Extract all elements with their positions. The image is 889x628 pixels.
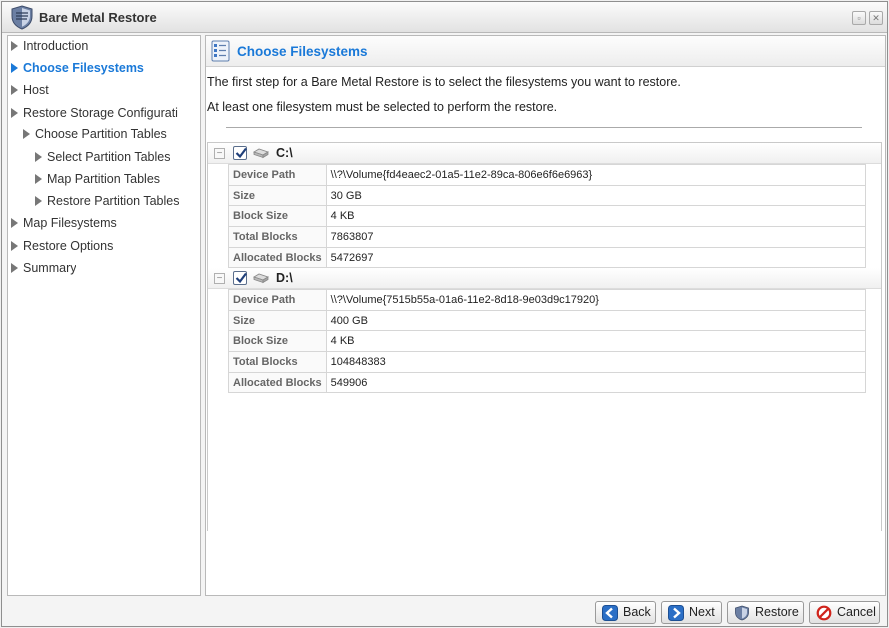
property-value: \\?\Volume{fd4eaec2-01a5-11e2-89ca-806e6… [325,164,866,186]
filesystem-name-c: C:\ [276,146,293,160]
document-list-icon [211,40,230,62]
bare-metal-restore-window: Bare Metal Restore ▫ ✕ Introduction Choo… [1,1,888,627]
property-value: 5472697 [325,246,866,269]
cancel-button[interactable]: Cancel [809,601,880,624]
restore-button-label: Restore [755,605,799,619]
table-row: Device Path \\?\Volume{fd4eaec2-01a5-11e2… [228,164,866,186]
sidebar-item-map-partition-tables[interactable]: Map Partition Tables [35,169,160,189]
filesystem-checkbox-d[interactable] [233,271,247,285]
property-key: Size [228,184,327,207]
arrow-right-icon [35,152,42,162]
filesystem-properties-d: Device Path \\?\Volume{7515b55a-01a6-11e2… [228,289,866,394]
panel-header: Choose Filesystems [206,36,885,67]
property-key: Allocated Blocks [228,246,327,269]
property-value: 400 GB [325,309,866,332]
table-row: Allocated Blocks 5472697 [228,246,866,269]
property-value: 30 GB [325,184,866,207]
arrow-right-icon [11,241,18,251]
arrow-right-icon [35,196,42,206]
checkmark-icon [235,147,247,159]
close-button[interactable]: ✕ [869,11,883,25]
property-value: 4 KB [325,330,866,353]
property-key: Total Blocks [228,351,327,373]
table-row: Block Size 4 KB [228,205,866,228]
property-key: Block Size [228,205,327,228]
table-row: Device Path \\?\Volume{7515b55a-01a6-11e2… [228,289,866,311]
disk-icon [253,148,269,159]
filesystem-row-d[interactable]: − D:\ [208,268,881,289]
property-value: 549906 [325,371,866,394]
property-key: Total Blocks [228,226,327,248]
collapse-toggle[interactable]: − [214,148,225,159]
intro-text-2: At least one filesystem must be selected… [207,100,558,114]
property-value: \\?\Volume{7515b55a-01a6-11e2-8d18-9e03d… [325,289,866,311]
sidebar-item-map-filesystems[interactable]: Map Filesystems [11,213,117,233]
sidebar-item-choose-partition-tables[interactable]: Choose Partition Tables [23,124,167,144]
arrow-right-icon [11,63,18,73]
filesystem-name-d: D:\ [276,271,293,285]
arrow-right-icon [11,85,18,95]
shield-icon [735,605,749,621]
property-key: Device Path [228,289,327,311]
table-row: Size 400 GB [228,309,866,332]
arrow-right-icon [23,129,30,139]
table-row: Size 30 GB [228,184,866,207]
window-title: Bare Metal Restore [39,10,157,25]
cancel-icon [816,605,832,621]
disk-icon [253,273,269,284]
table-row: Allocated Blocks 549906 [228,371,866,394]
table-row: Total Blocks 104848383 [228,351,866,373]
sidebar-item-choose-filesystems[interactable]: Choose Filesystems [11,58,144,78]
page-title: Choose Filesystems [237,44,368,59]
property-key: Block Size [228,330,327,353]
main-panel: Choose Filesystems The first step for a … [205,35,886,596]
sidebar-item-restore-partition-tables[interactable]: Restore Partition Tables [35,191,179,211]
shield-icon [11,5,33,30]
sidebar-item-select-partition-tables[interactable]: Select Partition Tables [35,147,170,167]
back-button-label: Back [623,605,651,619]
property-key: Size [228,309,327,332]
maximize-button[interactable]: ▫ [852,11,866,25]
next-button-label: Next [689,605,715,619]
next-button[interactable]: Next [661,601,722,624]
checkmark-icon [235,272,247,284]
sidebar-item-introduction[interactable]: Introduction [11,36,88,56]
arrow-right-icon [35,174,42,184]
arrow-right-icon [11,263,18,273]
divider [226,127,862,128]
filesystem-list: − C:\ Device Path \\?\Volume{fd4eaec2-01a… [207,142,882,531]
title-bar: Bare Metal Restore ▫ ✕ [2,2,887,33]
arrow-left-icon [602,605,618,621]
filesystem-row-c[interactable]: − C:\ [208,143,881,164]
table-row: Block Size 4 KB [228,330,866,353]
property-value: 104848383 [325,351,866,373]
wizard-step-sidebar: Introduction Choose Filesystems Host Res… [7,35,201,596]
arrow-right-icon [11,108,18,118]
arrow-right-icon [668,605,684,621]
property-value: 4 KB [325,205,866,228]
arrow-right-icon [11,41,18,51]
sidebar-item-host[interactable]: Host [11,80,49,100]
property-key: Allocated Blocks [228,371,327,394]
sidebar-item-restore-storage-configuration[interactable]: Restore Storage Configurati [11,103,196,123]
sidebar-item-restore-options[interactable]: Restore Options [11,236,113,256]
property-key: Device Path [228,164,327,186]
property-value: 7863807 [325,226,866,248]
intro-text-1: The first step for a Bare Metal Restore … [207,75,681,89]
collapse-toggle[interactable]: − [214,273,225,284]
back-button[interactable]: Back [595,601,656,624]
restore-button[interactable]: Restore [727,601,804,624]
cancel-button-label: Cancel [837,605,876,619]
arrow-right-icon [11,218,18,228]
table-row: Total Blocks 7863807 [228,226,866,248]
filesystem-properties-c: Device Path \\?\Volume{fd4eaec2-01a5-11e2… [228,164,866,269]
sidebar-item-summary[interactable]: Summary [11,258,76,278]
filesystem-checkbox-c[interactable] [233,146,247,160]
